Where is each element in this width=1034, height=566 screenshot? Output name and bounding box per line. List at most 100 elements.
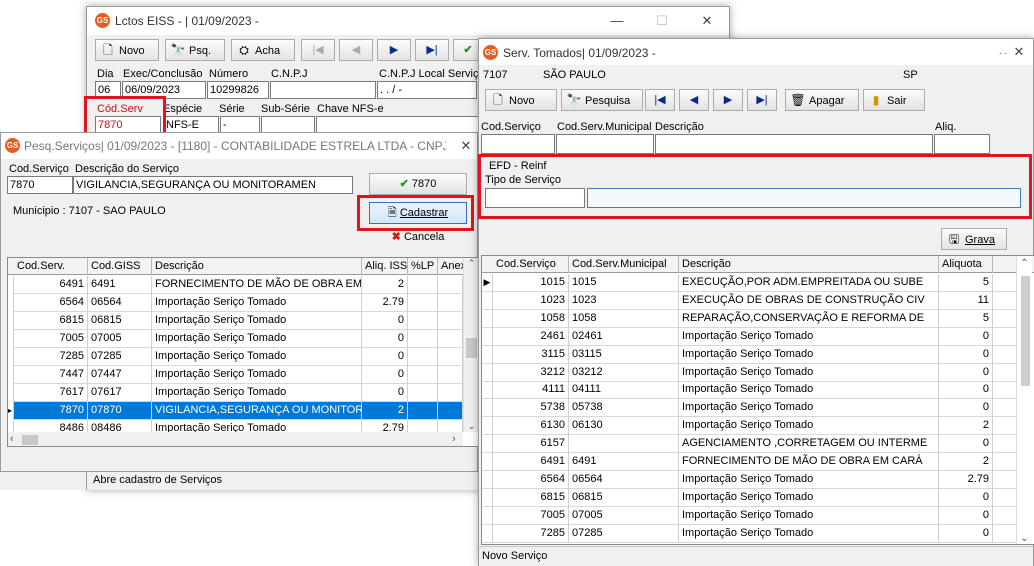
psq-button[interactable]: 🔭 Psq. (165, 39, 225, 61)
novo-button[interactable]: 🗋 Novo (95, 39, 159, 61)
table-row[interactable]: 2461 02461 Importação Seriço Tomado 0 (482, 327, 1016, 346)
table-row[interactable]: 6491 6491 FORNECIMENTO DE MÃO DE OBRA EM C… (482, 453, 1016, 471)
pesq-desc-field[interactable]: VIGILANCIA,SEGURANÇA OU MONITORAMEN (73, 176, 353, 194)
table-row[interactable]: 3212 03212 Importação Seriço Tomado 0 (482, 363, 1016, 382)
cell-desc: Importação Seriço Tomado (152, 294, 362, 312)
t-cod-field[interactable] (481, 134, 555, 154)
maximize-icon[interactable]: ☐ (652, 12, 672, 30)
cell-desc: EXECUÇÃO DE OBRAS DE CONSTRUÇÃO CIV (679, 291, 939, 310)
cnpj-local-field[interactable]: . . / - (377, 81, 477, 99)
col-t-desc[interactable]: Descrição (679, 256, 939, 273)
table-row[interactable]: 7447 07447 Importação Seriço Tomado 0 (8, 366, 463, 384)
table-row[interactable]: 7285 07285 Importação Seriço Tomado 0 (8, 348, 463, 366)
col-cod-serv[interactable]: Cod.Serv. (14, 258, 88, 275)
t-scroll-up-icon[interactable]: ⌃ (1017, 258, 1032, 269)
cnpj-field[interactable] (270, 81, 376, 99)
table-row[interactable]: 6564 06564 Importação Seriço Tomado 2.79 (8, 294, 463, 312)
scroll-left-icon[interactable]: ‹ (10, 433, 14, 445)
table-row[interactable]: 1058 1058 REPARAÇÃO,CONSERVAÇÃO E REFORMA … (482, 309, 1016, 328)
col-lp[interactable]: %LP (408, 258, 438, 275)
scroll-right-icon[interactable]: › (452, 433, 456, 445)
pesq-hscrollbar[interactable]: ‹ › (8, 432, 463, 446)
table-row[interactable]: 3115 03115 Importação Seriço Tomado 0 (482, 345, 1016, 364)
t-scroll-down-icon[interactable]: ⌄ (1017, 533, 1032, 544)
t-cod-mun-field[interactable] (556, 134, 654, 154)
cell-mun: 02461 (569, 327, 679, 346)
tomados-vscrollbar[interactable]: ⌃ ⌄ (1016, 256, 1032, 544)
close-icon[interactable]: ✕ (697, 12, 717, 30)
tomados-novo-button[interactable]: 🗋 Novo (485, 89, 557, 111)
new-document-icon: 🗋 (103, 43, 113, 57)
scroll-down-icon[interactable]: ⌄ (464, 421, 478, 432)
col-t-aliq[interactable]: Aliquota (939, 256, 993, 273)
pesquisa-label: Pesquisa (585, 95, 631, 107)
cell-aliq: 0 (939, 327, 993, 346)
cell-cod: 7005 (14, 330, 88, 348)
table-row[interactable]: 5738 05738 Importação Seriço Tomado 0 (482, 399, 1016, 418)
tomados-last-button[interactable]: ▶| (747, 89, 777, 111)
first-record-button[interactable]: |◀ (301, 39, 335, 61)
table-row[interactable]: 6564 06564 Importação Seriço Tomado 2.79 (482, 470, 1016, 489)
tomados-prev-button[interactable]: ◀ (679, 89, 709, 111)
pesquisa-button[interactable]: 🔭 Pesquisa (561, 89, 643, 111)
table-row[interactable]: 1023 1023 EXECUÇÃO DE OBRAS DE CONSTRUÇÃO … (482, 291, 1016, 310)
grava-button[interactable]: 🖫 Grava (941, 228, 1007, 250)
minimize-icon[interactable]: — (607, 12, 627, 30)
numero-field[interactable]: 10299826 (207, 81, 269, 99)
pesq-grid: Cod.Serv. Cod.GISS Descrição Aliq. ISS %… (7, 257, 479, 447)
table-row[interactable]: 6815 06815 Importação Seriço Tomado 0 (482, 488, 1016, 507)
col-descricao[interactable]: Descrição (152, 258, 362, 275)
table-row[interactable]: 6130 06130 Importação Seriço Tomado 2 (482, 417, 1016, 436)
table-row[interactable]: 6157 AGENCIAMENTO ,CORRETAGEM OU INTERME 0 (482, 435, 1016, 454)
header-uf: SP (903, 69, 918, 81)
novo-label: Novo (119, 45, 145, 57)
tomados-close-icon[interactable]: ✕ (1009, 43, 1029, 61)
table-row[interactable]: 7005 07005 Importação Seriço Tomado 0 (8, 330, 463, 348)
cell-aliq: 0 (939, 399, 993, 418)
header-city: SÃO PAULO (543, 69, 606, 81)
cell-cod: 7447 (14, 366, 88, 384)
ok-7870-button[interactable]: ✔ 7870 (369, 173, 467, 195)
acha-button[interactable]: ⛭ Acha (231, 39, 295, 61)
prev-record-button[interactable]: ◀ (339, 39, 373, 61)
next-record-button[interactable]: ▶ (377, 39, 411, 61)
t-scroll-thumb[interactable] (1021, 276, 1030, 386)
pesq-vscrollbar[interactable]: ⌃ ⌄ (463, 258, 478, 432)
t-desc-field[interactable] (655, 134, 933, 154)
table-row[interactable]: 4111 04111 Importação Seriço Tomado 0 (482, 381, 1016, 400)
row-indicator: ▶ (482, 274, 493, 292)
table-row[interactable]: 6491 6491 FORNECIMENTO DE MÃO DE OBRA EM C… (8, 276, 463, 294)
pesq-close-icon[interactable]: ✕ (456, 137, 476, 155)
cell-cod: 1058 (493, 309, 569, 328)
table-row[interactable]: ▶ 1015 1015 EXECUÇÃO,POR ADM.EMPREITADA OU … (482, 274, 1016, 292)
tomados-first-button[interactable]: |◀ (645, 89, 675, 111)
col-anexo[interactable]: Anexo (438, 258, 464, 275)
col-t-mun[interactable]: Cod.Serv.Municipal (569, 256, 679, 273)
cell-giss: 06815 (88, 312, 152, 330)
col-t-cod[interactable]: Cod.Serviço (493, 256, 569, 273)
col-aliq-iss[interactable]: Aliq. ISS (362, 258, 408, 275)
cell-desc: FORNECIMENTO DE MÃO DE OBRA EM CARÁ (679, 453, 939, 471)
scroll-up-icon[interactable]: ⌃ (464, 258, 478, 269)
hscroll-thumb[interactable] (22, 435, 38, 445)
sair-button[interactable]: ▮ Sair (863, 89, 925, 111)
cell-aliq: 0 (362, 348, 408, 366)
t-desc-label: Descrição (655, 121, 704, 133)
table-row[interactable]: ▸ 7870 07870 VIGILANCIA,SEGURANÇA OU MONITO… (8, 402, 463, 420)
table-row[interactable]: 7005 07005 Importação Seriço Tomado 0 (482, 506, 1016, 525)
t-aliq-field[interactable] (934, 134, 990, 154)
tomados-grid: Cod.Serviço Cod.Serv.Municipal Descrição… (481, 255, 1034, 545)
table-row[interactable]: 7617 07617 Importação Seriço Tomado 0 (8, 384, 463, 402)
cell-mun: 05738 (569, 399, 679, 418)
table-row[interactable]: 7285 07285 Importação Seriço Tomado 0 (482, 524, 1016, 543)
apagar-button[interactable]: 🗑 Apagar (785, 89, 859, 111)
sair-label: Sair (887, 95, 907, 107)
cell-aliq: 0 (939, 363, 993, 382)
col-cod-giss[interactable]: Cod.GISS (88, 258, 152, 275)
pesq-cod-field[interactable]: 7870 (7, 176, 73, 194)
tomados-next-button[interactable]: ▶ (713, 89, 743, 111)
table-row[interactable]: 6815 06815 Importação Seriço Tomado 0 (8, 312, 463, 330)
last-record-button[interactable]: ▶| (415, 39, 449, 61)
scroll-thumb[interactable] (466, 338, 477, 358)
cadastrar-highlight (357, 195, 474, 231)
